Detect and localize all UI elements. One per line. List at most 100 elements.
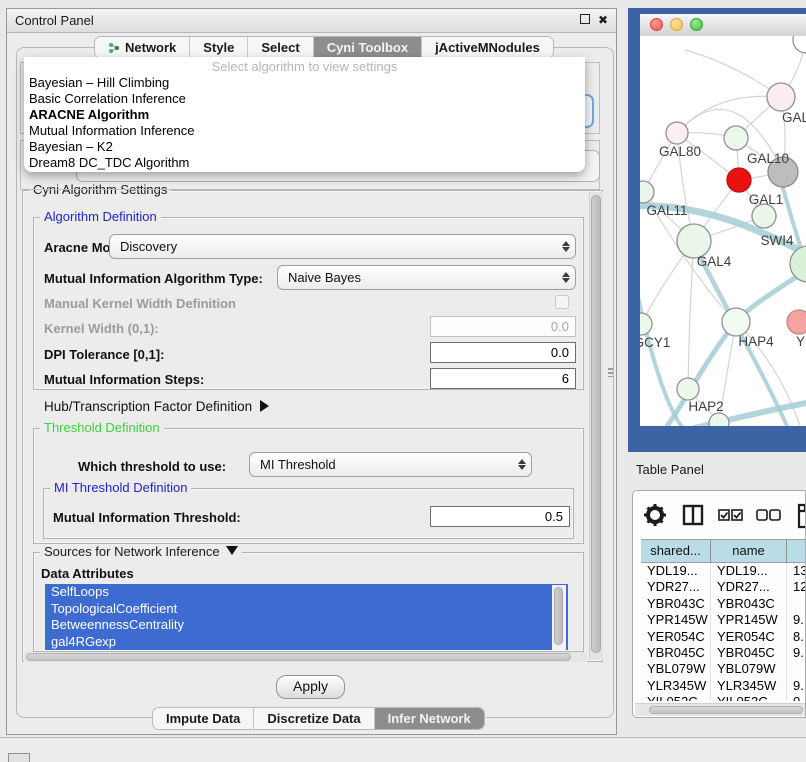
- mi-algorithm-type-value: Naive Bayes: [278, 270, 557, 285]
- settings-vertical-scrollbar-thumb[interactable]: [591, 195, 601, 653]
- tab-style[interactable]: Style: [190, 37, 248, 58]
- which-threshold-combo[interactable]: MI Threshold: [249, 452, 532, 477]
- network-node[interactable]: [640, 313, 652, 335]
- table-row[interactable]: YLR345WYLR345W9.: [641, 678, 806, 694]
- manual-kernel-width-checkbox[interactable]: [555, 295, 569, 309]
- network-node[interactable]: [793, 36, 806, 53]
- split-panel-icon[interactable]: [684, 506, 702, 524]
- table-cell: YDR27...: [711, 579, 787, 595]
- table-row[interactable]: YDR27...YDR27...12: [641, 579, 806, 595]
- network-window: GAL7GAL80GAL10GAL1GAL11SWI4GAL4GCY1HAP4Y…: [628, 8, 806, 452]
- table-row[interactable]: YER054CYER054C8.: [641, 629, 806, 645]
- column-header-col3[interactable]: [787, 539, 806, 563]
- tab-network[interactable]: Network: [95, 37, 190, 58]
- table-row[interactable]: YBR045CYBR045C9.: [641, 645, 806, 661]
- tab-select[interactable]: Select: [248, 37, 313, 58]
- select-all-checked-icon[interactable]: [719, 510, 742, 520]
- table-cell: YBR045C: [641, 645, 711, 661]
- table-cell: YDL19...: [711, 563, 787, 579]
- tab-cyni-toolbox[interactable]: Cyni Toolbox: [314, 37, 422, 58]
- attribute-betweennesscentrality[interactable]: BetweennessCentrality: [45, 617, 568, 634]
- network-graph: GAL7GAL80GAL10GAL1GAL11SWI4GAL4GCY1HAP4Y…: [640, 36, 806, 426]
- table-body: YDL19...YDL19...13YDR27...YDR27...12YBR0…: [641, 563, 806, 701]
- network-node[interactable]: [677, 224, 711, 258]
- algorithm-option-aracne-algorithm[interactable]: ARACNE Algorithm: [24, 107, 585, 123]
- attribute-selfloops[interactable]: SelfLoops: [45, 584, 568, 601]
- settings-vertical-scrollbar[interactable]: [589, 192, 603, 660]
- stepper-arrows-icon: [557, 241, 575, 252]
- table-row[interactable]: YPR145WYPR145W9.: [641, 612, 806, 628]
- deselect-all-icon[interactable]: [757, 510, 780, 520]
- table-cell: 0: [787, 694, 806, 701]
- node-label-y: Y: [796, 334, 805, 349]
- dpi-tolerance-field[interactable]: [430, 342, 576, 363]
- network-node[interactable]: [787, 310, 806, 334]
- table-row[interactable]: YDL19...YDL19...13: [641, 563, 806, 579]
- network-node[interactable]: [722, 308, 750, 336]
- data-attributes-list[interactable]: SelfLoopsTopologicalCoefficientBetweenne…: [45, 584, 568, 651]
- column-header-name[interactable]: name: [711, 539, 787, 563]
- settings-horizontal-scrollbar[interactable]: [24, 652, 587, 662]
- settings-horizontal-scrollbar-thumb[interactable]: [26, 653, 571, 661]
- algorithm-option-bayesian-hill-climbing[interactable]: Bayesian – Hill Climbing: [24, 75, 585, 91]
- network-node[interactable]: [640, 181, 654, 203]
- network-node[interactable]: [666, 122, 688, 144]
- chevron-down-icon: [226, 546, 238, 555]
- network-node[interactable]: [724, 126, 748, 150]
- popup-placeholder: Select algorithm to view settings: [24, 57, 585, 75]
- network-node[interactable]: [767, 83, 795, 111]
- splitter-grip[interactable]: [608, 368, 613, 377]
- tab-impute-data[interactable]: Impute Data: [153, 708, 254, 729]
- apply-button[interactable]: Apply: [276, 675, 345, 699]
- minimized-window-fragment[interactable]: [8, 753, 30, 762]
- zoom-traffic-light-icon[interactable]: [690, 18, 703, 31]
- mi-algorithm-type-combo[interactable]: Naive Bayes: [277, 265, 576, 290]
- algorithm-option-dream8-dc-tdc-algorithm[interactable]: Dream8 DC_TDC Algorithm: [24, 155, 585, 171]
- table-panel-title: Table Panel: [636, 462, 704, 477]
- network-node[interactable]: [677, 378, 699, 400]
- gear-icon[interactable]: [644, 504, 666, 526]
- table-header-row: shared...name: [641, 539, 806, 563]
- tab-jactivemnodules[interactable]: jActiveMNodules: [422, 37, 553, 58]
- attributes-scrollbar[interactable]: [552, 585, 566, 650]
- tab-infer-network[interactable]: Infer Network: [375, 708, 484, 729]
- float-window-icon[interactable]: [578, 13, 592, 27]
- network-node[interactable]: [752, 204, 776, 228]
- sources-frame-title[interactable]: Sources for Network Inference: [40, 544, 242, 559]
- table-cell: 12: [787, 579, 806, 595]
- table-horizontal-scrollbar-thumb[interactable]: [649, 706, 803, 714]
- table-cell: YBL079W: [711, 661, 787, 677]
- table-cell: YER054C: [641, 629, 711, 645]
- aracne-mode-combo[interactable]: Discovery: [109, 234, 576, 259]
- stepper-arrows-icon: [513, 459, 531, 470]
- attribute-gal4rgexp[interactable]: gal4RGexp: [45, 634, 568, 651]
- table-horizontal-scrollbar[interactable]: [635, 703, 805, 716]
- tab-discretize-data[interactable]: Discretize Data: [254, 708, 374, 729]
- column-header-shared[interactable]: shared...: [641, 539, 711, 563]
- kernel-width-field[interactable]: [430, 316, 576, 337]
- attribute-topologicalcoefficient[interactable]: TopologicalCoefficient: [45, 601, 568, 618]
- close-window-icon[interactable]: ✖: [596, 13, 610, 27]
- algorithm-option-bayesian-k2[interactable]: Bayesian – K2: [24, 139, 585, 155]
- attributes-scrollbar-thumb[interactable]: [554, 587, 563, 645]
- tab-label: Infer Network: [388, 711, 471, 726]
- table-cell: YDL19...: [641, 563, 711, 579]
- minimize-traffic-light-icon[interactable]: [670, 18, 683, 31]
- partial-doc-icon[interactable]: [799, 505, 806, 527]
- algorithm-option-basic-correlation-inference[interactable]: Basic Correlation Inference: [24, 91, 585, 107]
- table-row[interactable]: YBL079WYBL079W: [641, 661, 806, 677]
- stepper-arrows-icon: [557, 272, 575, 283]
- network-node[interactable]: [727, 168, 751, 192]
- table-panel-window: shared...name YDL19...YDL19...13YDR27...…: [632, 490, 806, 718]
- network-canvas[interactable]: GAL7GAL80GAL10GAL1GAL11SWI4GAL4GCY1HAP4Y…: [640, 36, 806, 426]
- table-row[interactable]: YBR043CYBR043C: [641, 596, 806, 612]
- mi-threshold-field[interactable]: [430, 506, 570, 527]
- hub-definition-toggle[interactable]: Hub/Transcription Factor Definition: [44, 399, 269, 414]
- table-cell: 9.: [787, 678, 806, 694]
- node-label-gal1: GAL1: [749, 192, 784, 207]
- close-traffic-light-icon[interactable]: [650, 18, 663, 31]
- mi-steps-field[interactable]: [430, 368, 576, 389]
- manual-kernel-width-label: Manual Kernel Width Definition: [44, 296, 236, 311]
- table-row[interactable]: YIL052CYIL052C0: [641, 694, 806, 701]
- algorithm-option-mutual-information-inference[interactable]: Mutual Information Inference: [24, 123, 585, 139]
